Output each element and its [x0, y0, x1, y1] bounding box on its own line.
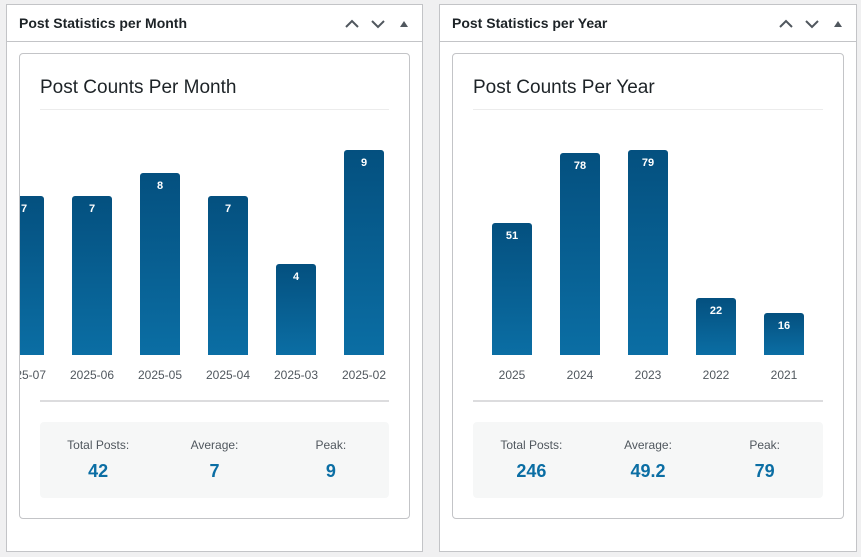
chevron-down-icon: [805, 20, 819, 29]
stat-value: 9: [325, 461, 336, 481]
chart-title: Post Counts Per Month: [40, 77, 237, 98]
title-divider: [40, 109, 389, 110]
widget-title: Post Statistics per Month: [19, 15, 188, 31]
chart-title: Post Counts Per Year: [473, 77, 655, 98]
chevron-up-icon: [345, 19, 359, 28]
move-up-button[interactable]: [774, 13, 798, 35]
x-tick-label: 2025-06: [69, 368, 115, 382]
chart-bar[interactable]: 8: [140, 173, 180, 355]
x-tick-label: 2023: [634, 368, 662, 382]
move-down-button[interactable]: [366, 13, 390, 35]
stat-value: 246: [516, 461, 547, 481]
bar-value-label: 78: [573, 160, 587, 172]
title-divider: [473, 109, 823, 110]
bar-value-label: 7: [20, 203, 28, 215]
bar-value-label: 16: [777, 320, 791, 332]
x-tick-label: 2025-03: [273, 368, 319, 382]
stat-value: 49.2: [630, 461, 666, 481]
stat-value: 42: [88, 461, 109, 481]
stat-label: Peak:: [749, 438, 781, 452]
stat-average: Average: 49.2: [590, 422, 707, 498]
chevron-up-icon: [779, 19, 793, 28]
stat-label: Total Posts:: [67, 438, 130, 452]
bar-value-label: 51: [505, 230, 519, 242]
summary-stats: Total Posts: 246 Average: 49.2 Peak: 79: [473, 422, 823, 498]
summary-stats: Total Posts: 42 Average: 7 Peak: 9: [40, 422, 389, 498]
bar-value-label: 79: [641, 157, 655, 169]
widget-header: Post Statistics per Month: [7, 5, 422, 42]
chart-bar[interactable]: 4: [276, 264, 316, 355]
bar-value-label: 7: [224, 203, 232, 215]
bar-value-label: 22: [709, 305, 723, 317]
stat-peak: Peak: 9: [273, 422, 389, 498]
stat-value: 7: [209, 461, 220, 481]
chart-bar[interactable]: 78: [560, 153, 600, 355]
bar-value-label: 4: [292, 271, 300, 283]
widget-handle-actions: [774, 13, 850, 35]
year-stats-widget: Post Statistics per Year Post Counts Per…: [439, 4, 857, 552]
widget-title: Post Statistics per Year: [452, 15, 608, 31]
x-tick-label: 2025-02: [341, 368, 387, 382]
chart-card: Post Counts Per Month 7 7 8 7 4 9 2025-07 2025…: [19, 53, 410, 519]
chart-bar[interactable]: 7: [72, 196, 112, 355]
x-tick-label: 2021: [770, 368, 798, 382]
chart-bar[interactable]: 79: [628, 150, 668, 355]
triangle-up-icon: [834, 21, 842, 27]
stat-label: Total Posts:: [500, 438, 563, 452]
chart-bar[interactable]: 9: [344, 150, 384, 355]
chart-card: Post Counts Per Year 51 78 79 22 16 2025 2024…: [452, 53, 844, 519]
bar-value-label: 9: [360, 157, 368, 169]
x-tick-label: 2025: [498, 368, 526, 382]
chevron-down-icon: [371, 20, 385, 29]
triangle-up-icon: [400, 21, 408, 27]
toggle-panel-button[interactable]: [826, 13, 850, 35]
bar-value-label: 8: [156, 180, 164, 192]
move-up-button[interactable]: [340, 13, 364, 35]
chart-bar[interactable]: 7: [20, 196, 44, 355]
x-tick-label: 2025-05: [137, 368, 183, 382]
month-stats-widget: Post Statistics per Month Post Counts Pe…: [6, 4, 423, 552]
stat-value: 79: [754, 461, 775, 481]
chart-bar[interactable]: 16: [764, 313, 804, 355]
stat-total: Total Posts: 42: [40, 422, 156, 498]
stat-label: Peak:: [315, 438, 347, 452]
widget-header: Post Statistics per Year: [440, 5, 856, 42]
chart-bar[interactable]: 51: [492, 223, 532, 355]
x-tick-label: 2022: [702, 368, 730, 382]
bar-chart: 51 78 79 22 16 2025 2024 2023 2022 2021: [453, 114, 843, 394]
x-tick-label: 2025-07: [20, 368, 47, 382]
bar-chart: 7 7 8 7 4 9 2025-07 2025-06 2025-05 2025-04 2025-…: [20, 114, 409, 394]
widget-handle-actions: [340, 13, 416, 35]
move-down-button[interactable]: [800, 13, 824, 35]
chart-divider: [40, 400, 389, 402]
x-tick-label: 2025-04: [205, 368, 251, 382]
x-tick-label: 2024: [566, 368, 594, 382]
stat-peak: Peak: 79: [706, 422, 823, 498]
chart-bar[interactable]: 7: [208, 196, 248, 355]
stat-label: Average:: [190, 438, 239, 452]
bar-value-label: 7: [88, 203, 96, 215]
chart-bar[interactable]: 22: [696, 298, 736, 355]
stat-total: Total Posts: 246: [473, 422, 590, 498]
chart-divider: [473, 400, 823, 402]
stat-average: Average: 7: [156, 422, 272, 498]
stat-label: Average:: [624, 438, 672, 452]
toggle-panel-button[interactable]: [392, 13, 416, 35]
